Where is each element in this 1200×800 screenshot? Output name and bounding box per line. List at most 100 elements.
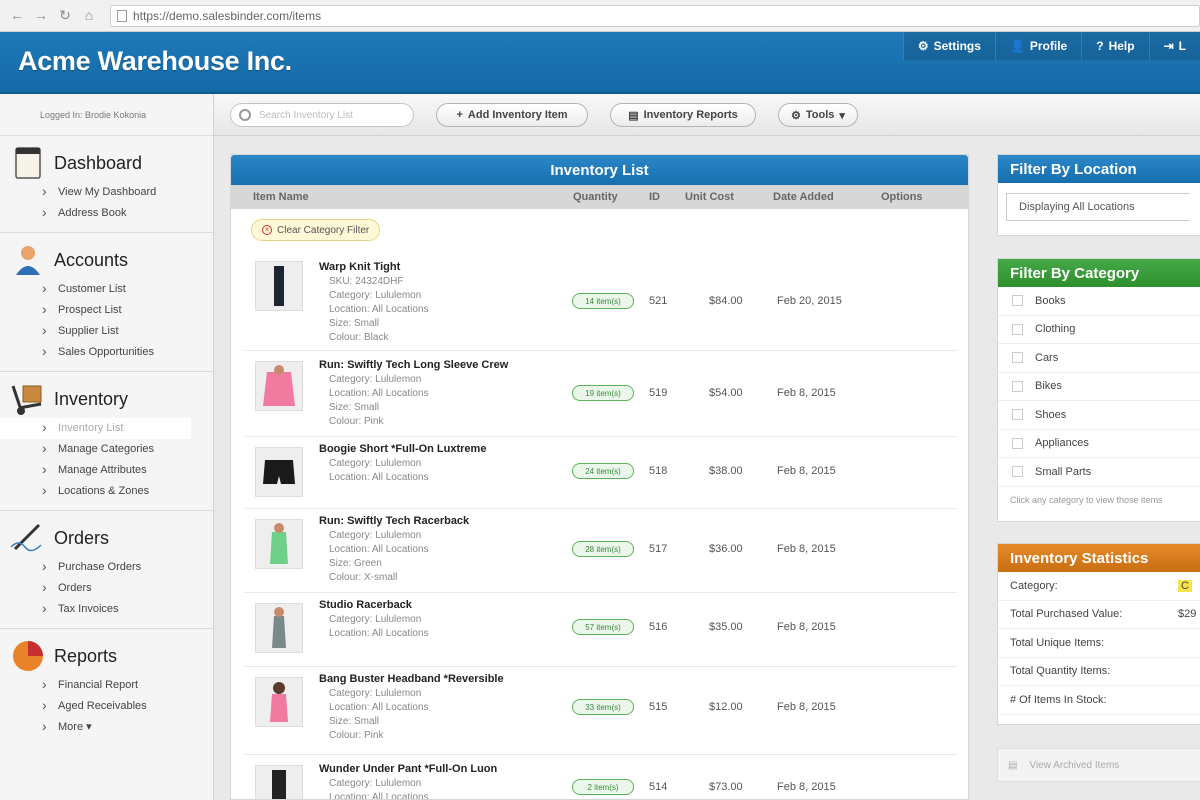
quantity-badge: 2 item(s)	[572, 779, 634, 795]
stat-total-quantity-items: Total Quantity Items:	[998, 658, 1200, 686]
category-item-small-parts[interactable]: Small Parts	[998, 458, 1200, 487]
help-icon: ?	[1096, 39, 1104, 53]
url-text: https://demo.salesbinder.com/items	[133, 8, 322, 23]
col-quantity[interactable]: Quantity	[573, 191, 649, 203]
sidebar: Logged In: Brodie Kokonia Dashboard View…	[0, 94, 214, 800]
date-added: Feb 8, 2015	[777, 781, 836, 793]
checkbox[interactable]	[1012, 352, 1023, 364]
filter-by-category-panel: Filter By Category Books Clothing Cars B…	[997, 258, 1200, 522]
sidebar-item-address-book[interactable]: Address Book	[0, 203, 213, 224]
checkbox[interactable]	[1012, 380, 1023, 392]
clear-category-filter-button[interactable]: × Clear Category Filter	[251, 219, 381, 241]
profile-link[interactable]: 👤 Profile	[994, 32, 1081, 60]
checkbox[interactable]	[1012, 466, 1023, 478]
inventory-reports-button[interactable]: ▤ Inventory Reports	[610, 103, 756, 127]
product-thumbnail	[255, 765, 303, 799]
stat-category: Category: C	[998, 572, 1200, 601]
settings-link[interactable]: ⚙ Settings	[902, 32, 995, 60]
checkbox[interactable]	[1012, 323, 1023, 335]
archive-icon: ▤	[1008, 759, 1018, 771]
product-thumbnail	[255, 361, 303, 411]
sidebar-section-inventory: Inventory Inventory List Manage Categori…	[0, 372, 213, 511]
back-icon[interactable]: ←	[10, 7, 24, 24]
sidebar-section-reports: Reports Financial Report Aged Receivable…	[0, 629, 213, 746]
address-bar[interactable]: https://demo.salesbinder.com/items	[110, 4, 1200, 27]
stat-total-purchased-value: Total Purchased Value: $29	[998, 601, 1200, 629]
sidebar-item-inventory-list[interactable]: Inventory List	[0, 418, 191, 439]
sidebar-item-tax-invoices[interactable]: Tax Invoices	[0, 599, 213, 620]
table-row[interactable]: Run: Swiftly Tech Long Sleeve Crew Categ…	[245, 351, 957, 437]
product-name[interactable]: Run: Swiftly Tech Long Sleeve Crew	[319, 359, 508, 371]
category-item-bikes[interactable]: Bikes	[998, 373, 1200, 401]
category-item-cars[interactable]: Cars	[998, 344, 1200, 373]
product-name[interactable]: Boogie Short *Full-On Luxtreme	[319, 443, 486, 455]
col-item-name[interactable]: Item Name	[253, 191, 573, 203]
item-id: 521	[649, 295, 668, 307]
product-meta: Category: Lululemon Location: All Locatio…	[329, 688, 429, 741]
category-item-shoes[interactable]: Shoes	[998, 401, 1200, 430]
tools-button[interactable]: ⚙ Tools ▾	[778, 103, 858, 127]
category-item-books[interactable]: Books	[998, 287, 1200, 316]
product-name[interactable]: Bang Buster Headband *Reversible	[319, 673, 504, 685]
unit-cost: $12.00	[709, 701, 743, 713]
col-date-added[interactable]: Date Added	[773, 191, 881, 203]
table-row[interactable]: Run: Swiftly Tech Racerback Category: Lu…	[245, 509, 957, 593]
sidebar-title-accounts[interactable]: Accounts	[54, 250, 128, 271]
sidebar-item-manage-attributes[interactable]: Manage Attributes	[0, 460, 213, 481]
sidebar-item-sales-opportunities[interactable]: Sales Opportunities	[0, 342, 213, 363]
checkbox[interactable]	[1012, 409, 1023, 421]
add-inventory-item-button[interactable]: + Add Inventory Item	[436, 103, 588, 127]
table-row[interactable]: Wunder Under Pant *Full-On Luon Category…	[245, 755, 957, 799]
sidebar-item-purchase-orders[interactable]: Purchase Orders	[0, 557, 213, 578]
view-archived-items-button[interactable]: ▤ View Archived Items	[997, 748, 1200, 782]
table-row[interactable]: Bang Buster Headband *Reversible Categor…	[245, 667, 957, 755]
table-row[interactable]: Warp Knit Tight SKU: 24324DHF Category: L…	[245, 253, 957, 351]
quantity-badge: 33 item(s)	[572, 699, 634, 715]
filter-category-title: Filter By Category	[998, 259, 1200, 287]
sidebar-item-locations-zones[interactable]: Locations & Zones	[0, 481, 213, 502]
sidebar-title-inventory[interactable]: Inventory	[54, 389, 128, 410]
checkbox[interactable]	[1012, 295, 1023, 307]
product-name[interactable]: Studio Racerback	[319, 599, 412, 611]
col-unit-cost[interactable]: Unit Cost	[685, 191, 773, 203]
sidebar-title-reports[interactable]: Reports	[54, 646, 117, 667]
date-added: Feb 8, 2015	[777, 465, 836, 477]
product-name[interactable]: Warp Knit Tight	[319, 261, 400, 273]
category-item-clothing[interactable]: Clothing	[998, 316, 1200, 344]
category-hint: Click any category to view those items	[1010, 494, 1163, 505]
item-id: 518	[649, 465, 668, 477]
item-id: 514	[649, 781, 668, 793]
col-options: Options	[881, 191, 923, 203]
sidebar-item-prospect-list[interactable]: Prospect List	[0, 300, 213, 321]
sidebar-title-dashboard[interactable]: Dashboard	[54, 153, 142, 174]
inventory-list-title: Inventory List	[231, 155, 968, 185]
sidebar-item-aged-receivables[interactable]: Aged Receivables	[0, 696, 213, 717]
sidebar-item-supplier-list[interactable]: Supplier List	[0, 321, 213, 342]
sidebar-item-manage-categories[interactable]: Manage Categories	[0, 439, 213, 460]
home-icon[interactable]: ⌂	[82, 7, 96, 24]
logout-link[interactable]: ⇥ L	[1148, 32, 1200, 60]
search-input[interactable]: Search Inventory List	[230, 103, 414, 127]
sidebar-item-view-my-dashboard[interactable]: View My Dashboard	[0, 182, 213, 203]
table-row[interactable]: Boogie Short *Full-On Luxtreme Category:…	[245, 437, 957, 509]
date-added: Feb 8, 2015	[777, 387, 836, 399]
quantity-badge: 57 item(s)	[572, 619, 634, 635]
sidebar-item-orders[interactable]: Orders	[0, 578, 213, 599]
sidebar-item-financial-report[interactable]: Financial Report	[0, 675, 213, 696]
checkbox[interactable]	[1012, 437, 1023, 449]
sidebar-title-orders[interactable]: Orders	[54, 528, 109, 549]
date-added: Feb 8, 2015	[777, 701, 836, 713]
item-id: 517	[649, 543, 668, 555]
table-row[interactable]: Studio Racerback Category: Lululemon Loca…	[245, 593, 957, 667]
reload-icon[interactable]: ↻	[58, 7, 72, 24]
sidebar-section-dashboard: Dashboard View My Dashboard Address Book	[0, 136, 213, 233]
product-name[interactable]: Run: Swiftly Tech Racerback	[319, 515, 469, 527]
sidebar-item-more[interactable]: More ▾	[0, 717, 213, 738]
product-name[interactable]: Wunder Under Pant *Full-On Luon	[319, 763, 497, 775]
sidebar-item-customer-list[interactable]: Customer List	[0, 279, 213, 300]
help-link[interactable]: ? Help	[1081, 32, 1148, 60]
category-item-appliances[interactable]: Appliances	[998, 430, 1200, 458]
forward-icon[interactable]: →	[34, 7, 48, 24]
col-id[interactable]: ID	[649, 191, 685, 203]
location-select[interactable]: Displaying All Locations	[1006, 193, 1190, 221]
